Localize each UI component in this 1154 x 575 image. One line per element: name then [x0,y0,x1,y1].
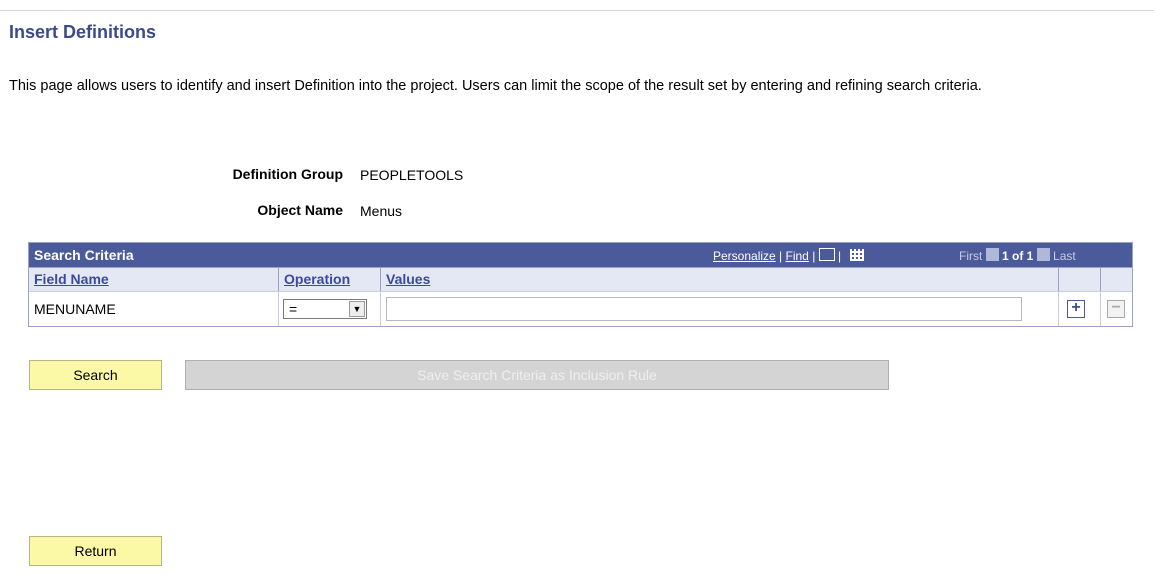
grid-header: Search Criteria Personalize | Find | | F… [29,243,1132,267]
save-inclusion-rule-button[interactable]: Save Search Criteria as Inclusion Rule [185,360,889,390]
page-title: Insert Definitions [9,22,157,42]
download-icon[interactable] [850,248,865,261]
view-all-icon[interactable] [818,248,835,262]
col-values[interactable]: Values [381,268,1059,291]
operation-value: = [289,301,298,317]
search-button[interactable]: Search [29,360,162,390]
col-operation[interactable]: Operation [279,268,381,291]
object-name-label: Object Name [257,202,343,218]
next-icon[interactable] [1036,248,1050,262]
operation-select[interactable]: = ▼ [283,299,367,319]
toolbar-separator: | [779,249,783,263]
grid-title: Search Criteria [34,247,134,263]
previous-icon[interactable] [985,248,999,262]
grid-navigation: First 1 of 1 Last [959,248,1076,263]
field-name-cell: MENUNAME [29,292,279,326]
toolbar-separator: | [838,249,842,263]
page-description: This page allows users to identify and i… [9,78,982,94]
personalize-link[interactable]: Personalize [713,249,776,263]
col-add [1059,268,1101,291]
nav-last[interactable]: Last [1053,249,1076,263]
nav-first[interactable]: First [959,249,982,263]
nav-count: 1 of 1 [1002,249,1034,263]
grid-toolbar: Personalize | Find | | [713,248,865,263]
delete-cell: − [1101,292,1132,326]
column-headers: Field Name Operation Values [29,267,1132,291]
table-row: MENUNAME = ▼ + − [29,291,1132,326]
find-link[interactable]: Find [786,249,809,263]
add-row-icon[interactable]: + [1067,300,1085,318]
top-divider [0,10,1154,11]
values-input[interactable] [386,297,1022,321]
col-field-name[interactable]: Field Name [29,268,279,291]
add-cell: + [1059,292,1101,326]
return-button[interactable]: Return [29,536,162,566]
dropdown-arrow-icon[interactable]: ▼ [349,301,365,317]
search-criteria-grid: Search Criteria Personalize | Find | | F… [28,242,1133,327]
object-name-value: Menus [360,203,403,219]
definition-group-label: Definition Group [232,166,343,182]
delete-row-icon[interactable]: − [1107,300,1125,318]
toolbar-separator: | [812,249,816,263]
definition-group-value: PEOPLETOOLS [360,167,464,183]
operation-cell: = ▼ [279,292,381,326]
values-cell [381,292,1059,326]
